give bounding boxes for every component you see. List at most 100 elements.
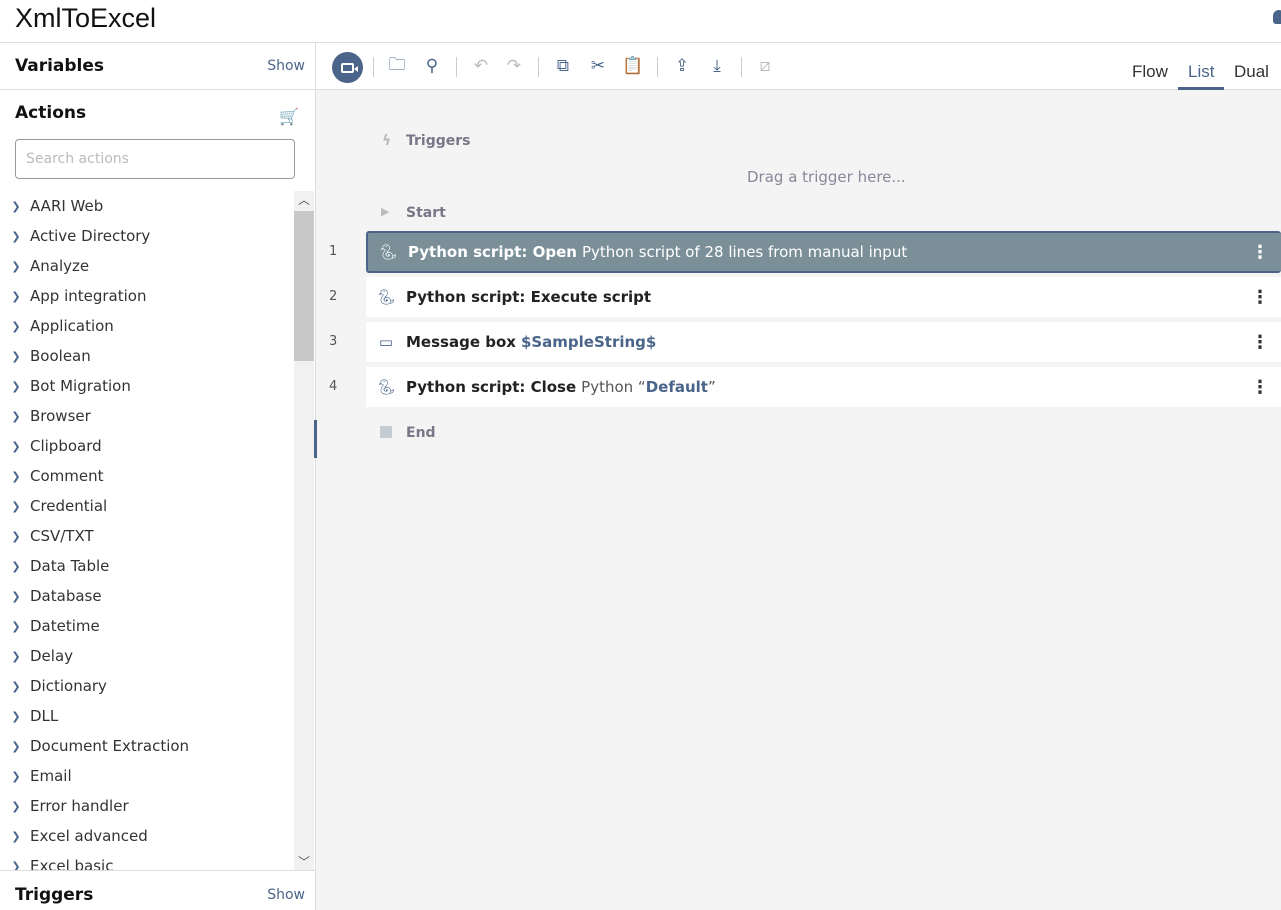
view-tab-dual[interactable]: Dual (1234, 62, 1269, 82)
more-options-icon[interactable]: ⋮ (1251, 377, 1269, 398)
chevron-right-icon: ❯ (11, 799, 21, 813)
more-options-icon[interactable]: ⋮ (1251, 287, 1269, 308)
step-title: Python script: Open (408, 243, 577, 261)
chevron-right-icon: ❯ (11, 679, 21, 693)
action-category-item[interactable]: ❯ Analyze (0, 251, 294, 281)
find-in-folder-icon[interactable]: 🗀 (385, 54, 409, 78)
cut-icon[interactable]: ✂ (586, 54, 610, 78)
action-category-label: Document Extraction (30, 737, 190, 755)
action-category-item[interactable]: ❯ Email (0, 761, 294, 791)
triggers-label: Triggers (406, 133, 471, 149)
disable-action-icon[interactable]: ⧄ (753, 54, 777, 78)
action-category-item[interactable]: ❯ Comment (0, 461, 294, 491)
action-category-item[interactable]: ❯ Credential (0, 491, 294, 521)
variables-show-link[interactable]: Show (267, 58, 305, 74)
action-category-item[interactable]: ❯ Dictionary (0, 671, 294, 701)
chevron-right-icon: ❯ (11, 529, 21, 543)
python-icon: 🐍︎ (376, 378, 396, 396)
line-number: 3 (329, 334, 338, 349)
action-category-item[interactable]: ❯ Bot Migration (0, 371, 294, 401)
action-category-item[interactable]: ❯ Excel advanced (0, 821, 294, 851)
chevron-right-icon: ❯ (11, 199, 21, 213)
more-options-icon[interactable]: ⋮ (1251, 332, 1269, 353)
chevron-right-icon: ❯ (11, 559, 21, 573)
chevron-right-icon: ❯ (11, 409, 21, 423)
action-category-item[interactable]: ❯ Document Extraction (0, 731, 294, 761)
step-row-python-open[interactable]: 🐍︎ Python script: Open Python script of … (366, 231, 1281, 273)
line-number: 1 (329, 244, 338, 259)
step-detail: ” (707, 378, 716, 396)
video-camera-icon (341, 62, 358, 73)
action-category-label: Browser (30, 407, 91, 425)
step-title: Python script: Execute script (406, 288, 652, 306)
action-category-item[interactable]: ❯ Boolean (0, 341, 294, 371)
more-options-icon[interactable]: ⋮ (1251, 242, 1269, 263)
divider (373, 57, 374, 77)
left-panel: Variables Show Actions 🛒 ❯ AARI Web ❯ Activ… (0, 43, 316, 910)
lightning-icon: ϟ (382, 133, 392, 149)
start-label: Start (406, 205, 446, 221)
import-icon[interactable]: ⤓ (705, 54, 729, 78)
variables-section: Variables Show (0, 43, 315, 90)
divider (657, 57, 658, 77)
action-category-item[interactable]: ❯ Active Directory (0, 221, 294, 251)
action-category-item[interactable]: ❯ Datetime (0, 611, 294, 641)
action-category-item[interactable]: ❯ Application (0, 311, 294, 341)
action-category-item[interactable]: ❯ Browser (0, 401, 294, 431)
triggers-section: Triggers Show (0, 870, 315, 910)
undo-icon[interactable]: ↶ (469, 54, 493, 78)
message-box-icon: ▭ (378, 333, 394, 351)
action-category-item[interactable]: ❯ Delay (0, 641, 294, 671)
chevron-right-icon: ❯ (11, 379, 21, 393)
action-category-item[interactable]: ❯ Database (0, 581, 294, 611)
scroll-down-icon[interactable]: ﹀ (294, 853, 314, 871)
paste-icon[interactable]: 📋 (621, 54, 645, 78)
actions-scrollbar[interactable]: ︿ ﹀ (294, 191, 314, 871)
user-icon[interactable] (1273, 10, 1281, 24)
action-category-label: Datetime (30, 617, 100, 635)
triggers-heading: Triggers (15, 885, 94, 905)
action-category-label: Database (30, 587, 102, 605)
action-category-label: Clipboard (30, 437, 102, 455)
action-category-label: Active Directory (30, 227, 151, 245)
bot-store-cart-icon[interactable]: 🛒 (279, 107, 299, 126)
triggers-show-link[interactable]: Show (267, 887, 305, 903)
chevron-right-icon: ❯ (11, 739, 21, 753)
step-variable: $SampleString$ (520, 333, 657, 351)
action-category-item[interactable]: ❯ Clipboard (0, 431, 294, 461)
divider (456, 57, 457, 77)
action-category-item[interactable]: ❯ DLL (0, 701, 294, 731)
scrollbar-thumb[interactable] (294, 211, 314, 361)
export-icon[interactable]: ⇪ (670, 54, 694, 78)
step-row-python-execute[interactable]: 🐍︎ Python script: Execute script ⋮ (366, 277, 1281, 317)
action-category-item[interactable]: ❯ App integration (0, 281, 294, 311)
search-icon[interactable]: ⚲ (420, 54, 444, 78)
action-category-label: DLL (30, 707, 59, 725)
redo-icon[interactable]: ↷ (502, 54, 526, 78)
scroll-up-icon[interactable]: ︿ (294, 191, 314, 209)
step-title: Message box (406, 333, 516, 351)
chevron-right-icon: ❯ (11, 499, 21, 513)
chevron-right-icon: ❯ (11, 319, 21, 333)
chevron-right-icon: ❯ (11, 829, 21, 843)
action-category-label: App integration (30, 287, 147, 305)
action-category-label: AARI Web (30, 197, 104, 215)
line-number: 4 (329, 379, 338, 394)
copy-icon[interactable]: ⧉ (551, 54, 575, 78)
record-button[interactable] (332, 52, 363, 83)
step-row-message-box[interactable]: ▭ Message box $SampleString$ ⋮ (366, 322, 1281, 362)
panel-resize-handle[interactable] (314, 420, 317, 458)
view-tab-list[interactable]: List (1188, 62, 1214, 82)
view-tab-flow[interactable]: Flow (1132, 62, 1168, 82)
search-actions-input[interactable] (15, 139, 295, 179)
action-category-item[interactable]: ❯ Error handler (0, 791, 294, 821)
action-category-item[interactable]: ❯ Excel basic (0, 851, 294, 871)
action-category-item[interactable]: ❯ AARI Web (0, 191, 294, 221)
action-category-item[interactable]: ❯ Data Table (0, 551, 294, 581)
active-tab-underline (1178, 87, 1224, 90)
step-row-python-close[interactable]: 🐍︎ Python script: Close Python “Default”… (366, 367, 1281, 407)
line-number: 2 (329, 289, 338, 304)
action-category-label: CSV/TXT (30, 527, 94, 545)
chevron-right-icon: ❯ (11, 229, 21, 243)
action-category-item[interactable]: ❯ CSV/TXT (0, 521, 294, 551)
